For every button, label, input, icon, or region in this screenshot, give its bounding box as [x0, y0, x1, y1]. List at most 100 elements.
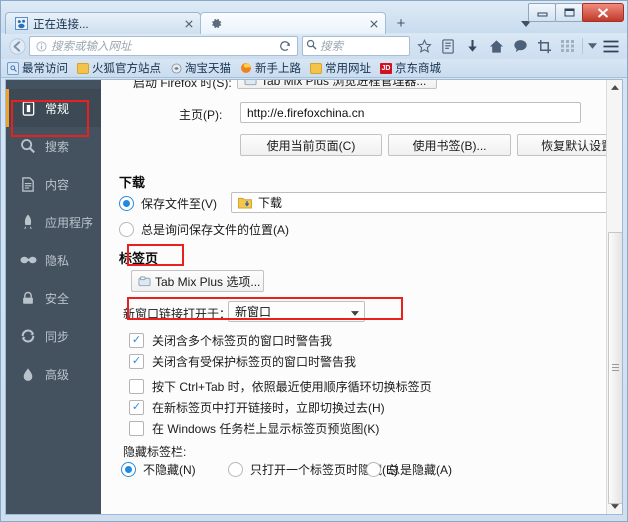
lock-icon	[19, 289, 37, 307]
search-icon	[19, 137, 37, 155]
checkbox-warn-protected-tabs[interactable]: ✓	[129, 354, 144, 369]
window-controls	[528, 3, 624, 22]
use-bookmark-button[interactable]: 使用书签(B)...	[388, 134, 511, 156]
sidebar-item-content[interactable]: 内容	[6, 165, 101, 203]
sidebar-item-advanced[interactable]: 高级	[6, 355, 101, 393]
browser-tab-2-preferences[interactable]	[200, 12, 386, 34]
scroll-down-arrow-icon[interactable]	[607, 499, 622, 514]
browser-tab-1[interactable]: 正在连接...	[5, 12, 201, 34]
navigation-toolbar: 搜索或输入网址 搜索	[1, 33, 627, 59]
close-button[interactable]	[582, 3, 624, 22]
checkbox-row-switch-to-new-tab[interactable]: ✓ 在新标签页中打开链接时，立即切换过去(H)	[129, 399, 385, 416]
new-tab-button[interactable]: +	[389, 13, 413, 34]
folder-icon	[310, 62, 322, 74]
bookmark-item[interactable]: 火狐官方站点	[77, 60, 161, 76]
bookmark-label: 最常访问	[22, 63, 68, 75]
checkbox-label: 在新标签页中打开链接时，立即切换过去(H)	[152, 401, 385, 415]
sidebar-item-applications[interactable]: 应用程序	[6, 203, 101, 241]
checkbox-label: 按下 Ctrl+Tab 时，依照最近使用顺序循环切换标签页	[152, 380, 432, 394]
tabmix-icon	[138, 275, 151, 288]
checkbox-ctrl-tab-order[interactable]	[129, 379, 144, 394]
back-button-icon[interactable]	[5, 35, 29, 57]
hamburger-menu-icon[interactable]	[599, 35, 623, 57]
radio-row-always-hide[interactable]: 总是隐藏(A)	[366, 461, 452, 478]
bookmark-item[interactable]: 淘宝天猫	[170, 60, 231, 76]
checkbox-switch-to-new-tab[interactable]: ✓	[129, 400, 144, 415]
library-icon[interactable]	[436, 35, 460, 57]
scrollbar-grip-icon	[612, 364, 619, 372]
scrollbar-thumb[interactable]	[608, 232, 622, 504]
reload-icon[interactable]	[276, 40, 294, 52]
identity-info-icon[interactable]	[33, 40, 49, 52]
address-bar-placeholder: 搜索或输入网址	[51, 41, 132, 53]
homepage-input[interactable]: http://e.firefoxchina.cn	[240, 102, 581, 123]
checkbox-taskbar-previews[interactable]	[129, 421, 144, 436]
chat-icon[interactable]	[508, 35, 532, 57]
save-files-to-radio[interactable]	[119, 196, 134, 211]
download-folder-value: 下载	[258, 196, 283, 210]
tab-close-icon[interactable]	[182, 17, 196, 31]
most-visited-icon	[7, 61, 19, 75]
star-icon[interactable]	[412, 35, 436, 57]
checkbox-row-warn-multiple-tabs[interactable]: ✓ 关闭含多个标签页的窗口时警告我	[129, 332, 332, 349]
grid-icon[interactable]	[556, 35, 580, 57]
tabmix-options-button[interactable]: Tab Mix Plus 选项...	[131, 270, 264, 292]
radio-hide-single-tab[interactable]	[228, 462, 243, 477]
radio-always-hide[interactable]	[366, 462, 381, 477]
sidebar-item-search[interactable]: 搜索	[6, 127, 101, 165]
taobao-icon	[170, 62, 182, 74]
checkbox-row-warn-protected-tabs[interactable]: ✓ 关闭含有受保护标签页的窗口时警告我	[129, 353, 356, 370]
sidebar-item-security[interactable]: 安全	[6, 279, 101, 317]
radio-row-never-hide[interactable]: 不隐藏(N)	[121, 461, 196, 478]
screenshot-icon[interactable]	[532, 35, 556, 57]
checkbox-warn-multiple-tabs[interactable]: ✓	[129, 333, 144, 348]
save-files-to-radio-row[interactable]: 保存文件至(V)	[119, 195, 217, 212]
download-folder-field[interactable]: 下载	[231, 192, 609, 213]
preferences-pane: 启动 Firefox 时(S): Tab Mix Plus 浏览进程管理器...…	[101, 80, 622, 514]
tab-close-icon[interactable]	[367, 17, 381, 31]
sidebar-item-sync[interactable]: 同步	[6, 317, 101, 355]
tabmix-process-manager-button[interactable]: Tab Mix Plus 浏览进程管理器...	[237, 80, 437, 89]
toolbar-divider	[582, 38, 583, 54]
checkbox-row-taskbar-previews[interactable]: 在 Windows 任务栏上显示标签页预览图(K)	[129, 420, 379, 437]
baidu-icon	[14, 17, 28, 31]
search-bar[interactable]: 搜索	[302, 36, 410, 56]
newwindow-link-dropdown[interactable]: 新窗口	[228, 301, 365, 322]
title-bar: 正在连接... +	[1, 1, 627, 34]
scroll-up-arrow-icon[interactable]	[607, 80, 622, 95]
always-ask-radio-row[interactable]: 总是询问保存文件的位置(A)	[119, 221, 289, 238]
content-icon	[19, 175, 37, 193]
bookmark-item[interactable]: JD 京东商城	[380, 60, 441, 76]
download-icon[interactable]	[460, 35, 484, 57]
use-current-page-button[interactable]: 使用当前页面(C)	[240, 134, 382, 156]
vertical-scrollbar[interactable]	[606, 80, 622, 514]
sidebar-item-label: 常规	[45, 101, 70, 116]
always-ask-radio[interactable]	[119, 222, 134, 237]
bookmark-item[interactable]: 最常访问	[7, 60, 68, 76]
sidebar-item-label: 同步	[45, 329, 70, 344]
sync-icon	[19, 327, 37, 345]
bookmark-label: 火狐官方站点	[92, 63, 161, 75]
sidebar-item-label: 应用程序	[45, 215, 94, 230]
minimize-button[interactable]	[528, 3, 556, 22]
firefox-icon	[240, 62, 252, 74]
always-ask-label: 总是询问保存文件的位置(A)	[141, 223, 289, 237]
sidebar-item-general[interactable]: 常规	[6, 89, 101, 127]
checkbox-row-ctrl-tab-order[interactable]: 按下 Ctrl+Tab 时，依照最近使用顺序循环切换标签页	[129, 378, 432, 395]
sidebar-item-label: 内容	[45, 177, 70, 192]
sidebar-item-label: 隐私	[45, 253, 70, 268]
chevron-down-icon[interactable]	[585, 35, 599, 57]
bookmark-label: 京东商城	[395, 63, 441, 75]
bookmark-label: 新手上路	[255, 63, 301, 75]
downloads-section-title: 下载	[119, 175, 146, 190]
save-files-to-label: 保存文件至(V)	[141, 197, 217, 211]
home-icon[interactable]	[484, 35, 508, 57]
maximize-button[interactable]	[555, 3, 583, 22]
bookmark-item[interactable]: 常用网址	[310, 60, 371, 76]
sidebar-item-label: 搜索	[45, 139, 70, 154]
tab-title: 正在连接...	[33, 18, 89, 31]
address-bar[interactable]: 搜索或输入网址	[29, 36, 298, 56]
sidebar-item-privacy[interactable]: 隐私	[6, 241, 101, 279]
radio-never-hide[interactable]	[121, 462, 136, 477]
bookmark-item[interactable]: 新手上路	[240, 60, 301, 76]
